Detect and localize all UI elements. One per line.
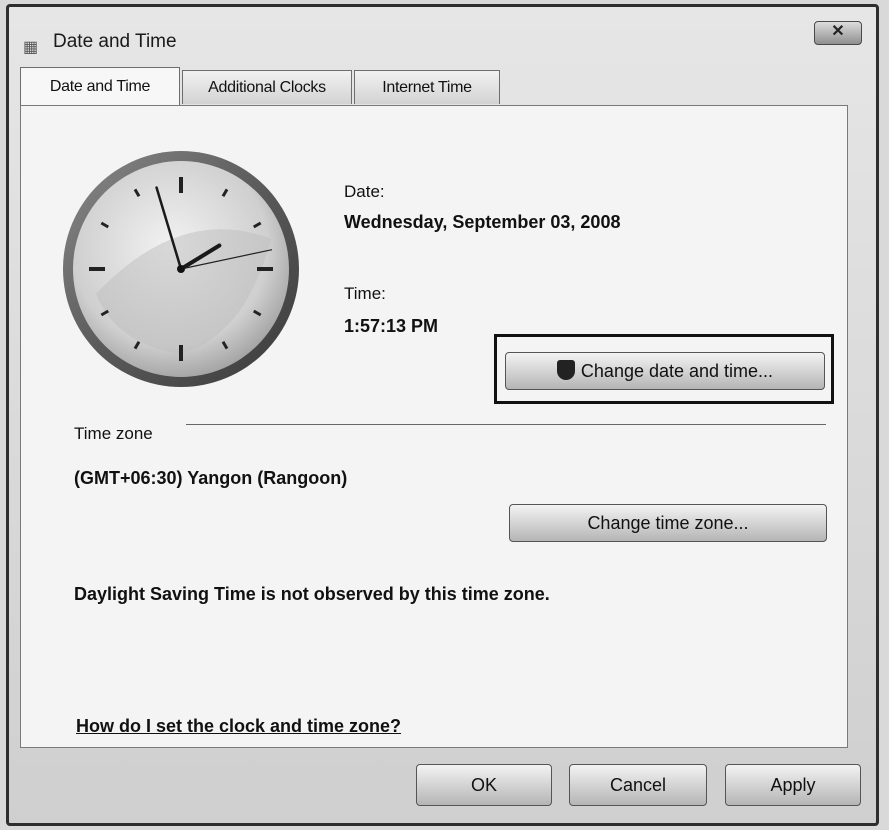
title-bar: ▦ Date and Time ✕	[9, 7, 876, 69]
tab-date-and-time[interactable]: Date and Time	[20, 67, 180, 105]
change-date-time-label: Change date and time...	[580, 361, 774, 381]
tab-additional-clocks[interactable]: Additional Clocks	[182, 70, 352, 104]
time-label: Time:	[344, 284, 386, 303]
time-zone-value: (GMT+06:30) Yangon (Rangoon)	[74, 468, 348, 488]
change-time-zone-button[interactable]: Change time zone...	[509, 504, 827, 542]
dst-note: Daylight Saving Time is not observed by …	[74, 584, 550, 604]
cancel-button[interactable]: Cancel	[569, 764, 707, 806]
shield-icon	[556, 360, 575, 380]
close-button[interactable]: ✕	[814, 21, 862, 45]
help-link[interactable]: How do I set the clock and time zone?	[76, 716, 401, 737]
date-value: Wednesday, September 03, 2008	[344, 212, 621, 232]
time-value: 1:57:13 PM	[344, 316, 439, 336]
ok-button[interactable]: OK	[416, 764, 552, 806]
analog-clock	[63, 151, 299, 387]
calendar-icon: ▦	[23, 39, 39, 56]
time-zone-group-label: Time zone	[74, 424, 153, 443]
time-zone-divider	[186, 424, 826, 425]
apply-button[interactable]: Apply	[725, 764, 861, 806]
change-date-time-button[interactable]: Change date and time...	[505, 352, 825, 390]
tab-internet-time[interactable]: Internet Time	[354, 70, 500, 104]
window-title: Date and Time	[53, 31, 177, 52]
clock-center	[177, 265, 185, 273]
date-label: Date:	[344, 182, 385, 201]
